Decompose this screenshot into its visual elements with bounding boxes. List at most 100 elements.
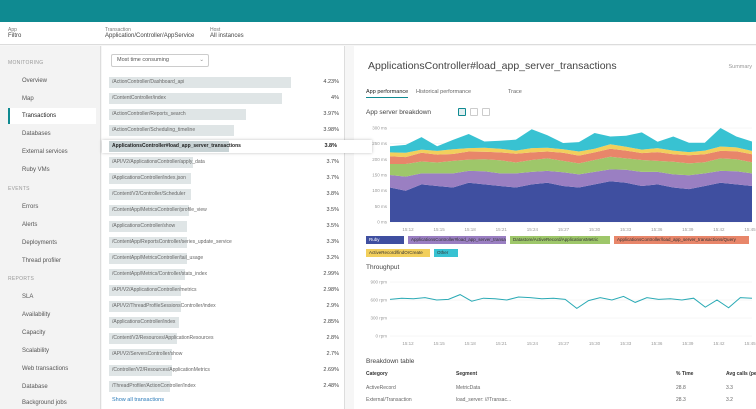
transaction-selector-value: Application/Controller/AppService [105, 33, 195, 39]
app-selector[interactable]: App Filtro [8, 27, 21, 39]
transaction-time: 3.7% [326, 175, 339, 181]
tab-app-performance[interactable]: App performance [366, 86, 409, 98]
transaction-time: 2.8% [326, 335, 339, 341]
table-header[interactable]: Category [366, 371, 388, 377]
transaction-time: 3.7% [326, 159, 339, 165]
show-all-link[interactable]: Show all transactions [112, 397, 164, 403]
sidebar-item-background-jobs[interactable]: Background jobs [8, 395, 96, 409]
transaction-selector[interactable]: Transaction Application/Controller/AppSe… [105, 27, 194, 39]
y-tick-label: 0 rpm [375, 334, 387, 339]
sidebar-item-map[interactable]: Map [8, 91, 96, 107]
table-cell: 28.8 [676, 385, 686, 391]
table-header[interactable]: Segment [456, 371, 477, 377]
legend-item[interactable]: Other [434, 249, 458, 257]
transaction-row[interactable]: /ContentApp/MetricsController/tail_usage… [109, 252, 345, 265]
sidebar-item-ruby-vms[interactable]: Ruby VMs [8, 162, 96, 178]
transaction-name: /API/V2/ServersController/show [112, 351, 183, 357]
sort-select[interactable]: Most time consuming ⌄ [111, 54, 209, 67]
sidebar-item-transactions[interactable]: Transactions [8, 108, 96, 124]
transaction-name: /ActionController/Reports_search [112, 111, 186, 117]
host-selector[interactable]: Host All instances [210, 27, 244, 39]
tab-trace[interactable]: Trace [508, 86, 522, 98]
table-header[interactable]: % Time [676, 371, 693, 377]
transaction-row[interactable]: /API/V2/ApplicationsController/apply_dat… [109, 156, 345, 169]
chart-toggle-line[interactable] [470, 108, 478, 116]
transaction-row[interactable]: /API/V2/ThreadProfileSessionsController/… [109, 300, 345, 313]
transaction-time: 2.69% [323, 367, 339, 373]
transaction-time: 2.7% [326, 351, 339, 357]
transaction-name: /API/V2/ThreadProfileSessionsController/… [112, 303, 216, 309]
transaction-row[interactable]: /ActionController/Scheduling_timeline 3.9… [109, 124, 345, 137]
transaction-row[interactable]: /Content/V2/Resources/ApplicationResourc… [109, 332, 345, 345]
x-tick-label: 15:33 [620, 341, 632, 346]
sidebar-item-scalability[interactable]: Scalability [8, 343, 96, 359]
transaction-row[interactable]: /ApplicationsController/index.json 3.7% [109, 172, 345, 185]
transactions-list-panel: Most time consuming ⌄ /ActionController/… [102, 46, 372, 409]
app-header-bar [0, 0, 756, 22]
transaction-name: /ContentController/index [112, 95, 166, 101]
transaction-time: 2.9% [326, 303, 339, 309]
x-tick-label: 15:24 [527, 341, 539, 346]
legend-item[interactable]: ApplicationsController#load_app_server_t… [408, 236, 506, 244]
x-tick-label: 15:15 [433, 227, 445, 232]
x-tick-label: 15:33 [620, 227, 632, 232]
transaction-row[interactable]: /Controller/V2/Resources/ApplicationMetr… [109, 364, 345, 377]
transaction-time: 3.2% [326, 255, 339, 261]
x-tick-label: 15:24 [527, 227, 539, 232]
app-body: App Filtro Transaction Application/Contr… [0, 23, 756, 409]
transaction-row[interactable]: /ContentApp/ReportsController/series_upd… [109, 236, 345, 249]
sidebar-item-databases[interactable]: Databases [8, 126, 96, 142]
transaction-time: 3.8% [324, 143, 337, 149]
breakdown-table-title: Breakdown table [366, 358, 415, 365]
transaction-row[interactable]: /API/V2/ApplicationsController/metrics 2.… [109, 284, 345, 297]
transaction-row[interactable]: /ApplicationsController/show 3.5% [109, 220, 345, 233]
sidebar-item-capacity[interactable]: Capacity [8, 325, 96, 341]
transaction-row[interactable]: /ActionController/Reports_search 3.97% [109, 108, 345, 121]
throughput-line[interactable] [389, 294, 753, 310]
sidebar-item-web-transactions[interactable]: Web transactions [8, 361, 96, 377]
legend-item[interactable]: Ruby [366, 236, 404, 244]
transaction-row[interactable]: /ThreadProfiler/ActionController/Index 2.… [109, 380, 345, 393]
sidebar-item-deployments[interactable]: Deployments [8, 235, 96, 251]
chart-toggle-stacked[interactable] [458, 108, 466, 116]
breakdown-chart-title: App server breakdown [366, 109, 432, 116]
x-tick-label: 15:15 [433, 341, 445, 346]
transaction-name: /ContentApp/MetricsController/profile_vi… [112, 207, 207, 213]
series-area[interactable] [390, 181, 752, 222]
transaction-time: 2.98% [323, 287, 339, 293]
sidebar-item-database[interactable]: Database [8, 379, 96, 395]
sidebar-item-alerts[interactable]: Alerts [8, 217, 96, 233]
transaction-row[interactable]: /ContentController/index 4% [109, 92, 345, 105]
transaction-row[interactable]: /ContentApp/MetricsController/profile_vi… [109, 204, 345, 217]
series-area[interactable] [390, 128, 752, 153]
sidebar-item-availability[interactable]: Availability [8, 307, 96, 323]
transaction-row[interactable]: /Content/V2/Controller/Scheduler 3.8% [109, 188, 345, 201]
transaction-time: 4.23% [323, 79, 339, 85]
x-tick-label: 15:18 [465, 341, 477, 346]
transaction-name: /ApplicationsController/index.json [112, 175, 186, 181]
sidebar-item-sla[interactable]: SLA [8, 289, 96, 305]
summary-link[interactable]: Summary [728, 64, 752, 70]
x-tick-label: 15:39 [682, 341, 694, 346]
y-tick-label: 250 ms [372, 141, 388, 146]
chart-toggle-area[interactable] [482, 108, 490, 116]
sidebar-item-overview[interactable]: Overview [8, 73, 96, 89]
transaction-name: /ApplicationsController/show [112, 223, 176, 229]
table-header[interactable]: Avg calls (per txn) [726, 371, 756, 377]
transaction-row[interactable]: /ApplicationsController/index 2.85% [109, 316, 345, 329]
x-tick-label: 15:12 [402, 227, 414, 232]
transaction-row-selected[interactable]: ApplicationsController#load_app_server_t… [102, 140, 372, 153]
x-tick-label: 15:42 [713, 227, 725, 232]
legend-item[interactable]: Datastore/ActiveRecord/ApplicationsMetri… [510, 236, 610, 244]
sidebar-item-errors[interactable]: Errors [8, 199, 96, 215]
transaction-row[interactable]: /API/V2/ServersController/show 2.7% [109, 348, 345, 361]
legend-item[interactable]: ApplicationsController/load_app_server_t… [614, 236, 749, 244]
tab-historical-performance[interactable]: Historical performance [416, 86, 471, 98]
legend-item[interactable]: ActiveRecord/findOrCreate [366, 249, 430, 257]
transaction-row[interactable]: /ActionController/Dashboard_api 4.23% [109, 76, 345, 89]
sidebar-item-external-services[interactable]: External services [8, 144, 96, 160]
host-selector-value: All instances [210, 33, 244, 39]
sidebar-item-thread-profiler[interactable]: Thread profiler [8, 253, 96, 269]
transaction-row[interactable]: /ContentApp/Metrics/Controller/stats_ind… [109, 268, 345, 281]
transaction-name: /Content/V2/Controller/Scheduler [112, 191, 186, 197]
